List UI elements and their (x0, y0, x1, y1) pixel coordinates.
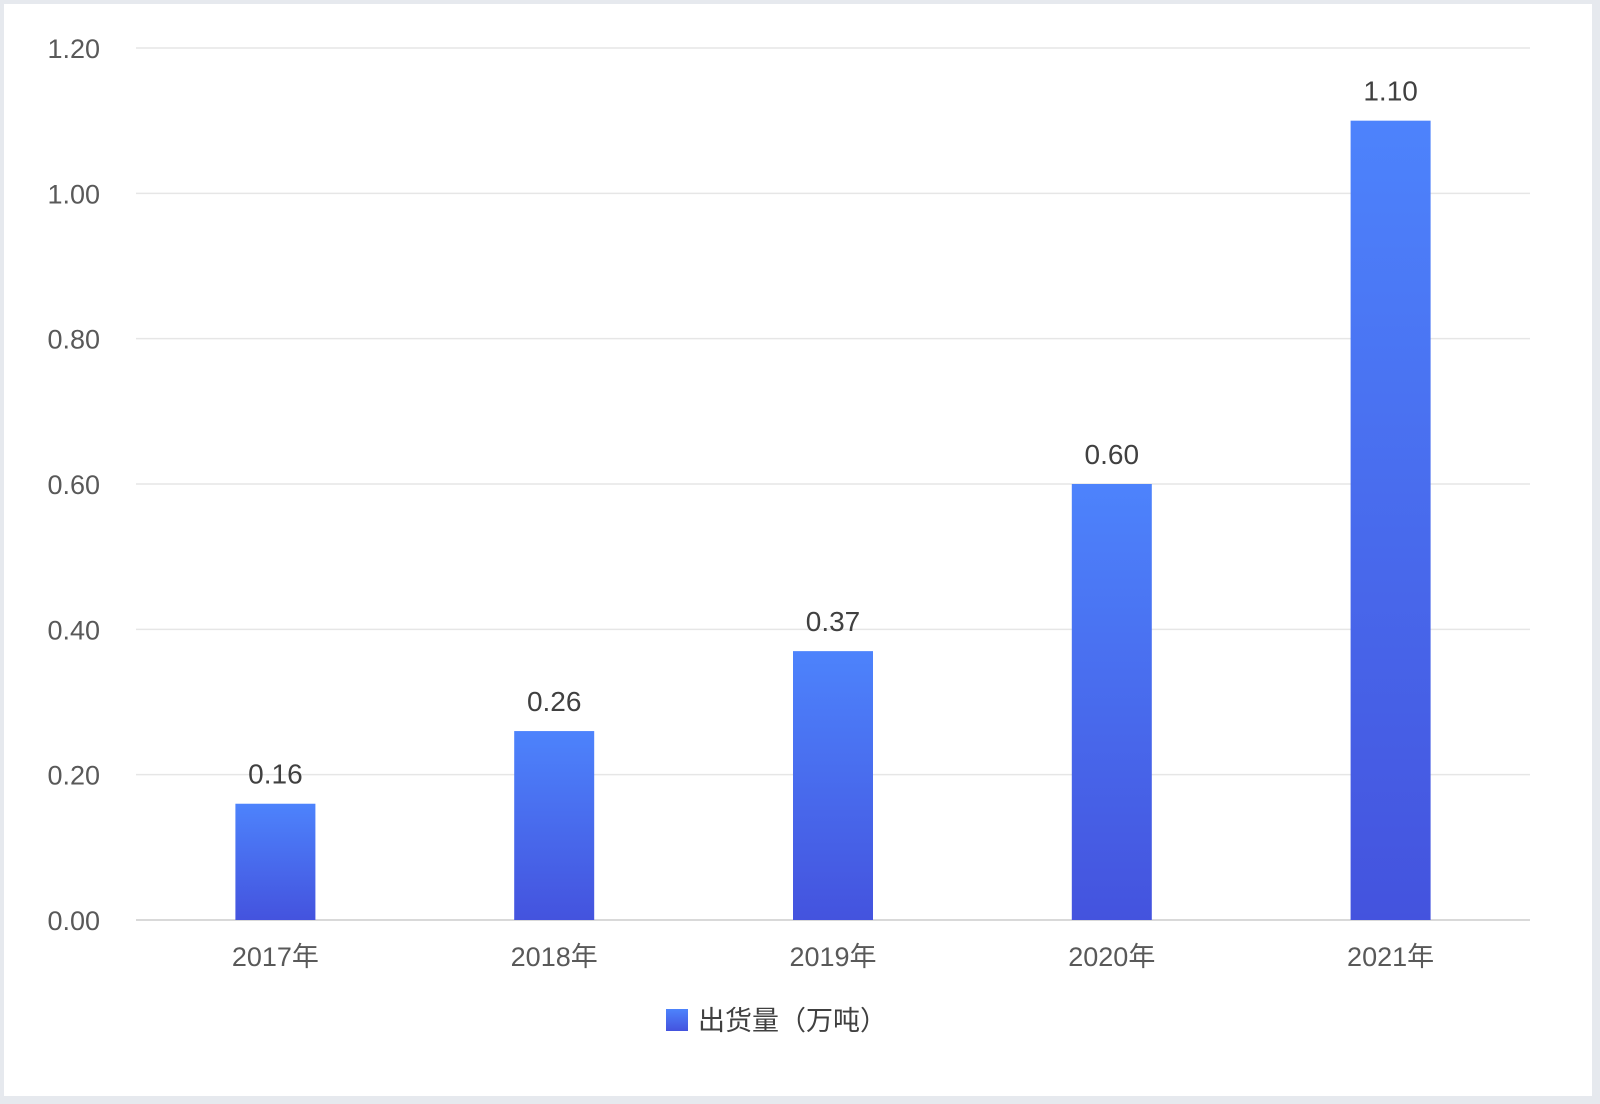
bars (235, 120, 1431, 920)
bar-chart: 0.00 0.20 0.40 0.60 0.80 1.00 1.20 0.16 0.26 0.3… (47, 34, 1530, 1037)
data-label: 0.16 (248, 759, 303, 790)
x-category-label: 2018年 (511, 942, 598, 972)
x-axis-categories: 2017年 2018年 2019年 2020年 2021年 (232, 942, 1434, 972)
x-category-label: 2019年 (789, 942, 876, 972)
y-tick-label: 0.60 (47, 470, 100, 500)
x-category-label: 2017年 (232, 942, 319, 972)
x-category-label: 2021年 (1347, 942, 1434, 972)
bar (1071, 484, 1152, 920)
y-tick-label: 0.80 (47, 325, 100, 355)
y-tick-label: 0.20 (47, 761, 100, 791)
x-category-label: 2020年 (1068, 942, 1155, 972)
data-label: 0.26 (527, 686, 582, 717)
legend: 出货量（万吨） (666, 1006, 887, 1037)
y-tick-label: 1.00 (47, 179, 100, 209)
y-tick-label: 0.00 (47, 906, 100, 936)
y-tick-label: 0.40 (47, 615, 100, 645)
data-label: 1.10 (1363, 76, 1418, 107)
chart-frame: 0.00 0.20 0.40 0.60 0.80 1.00 1.20 0.16 0.26 0.3… (4, 4, 1592, 1096)
legend-label: 出货量（万吨） (698, 1006, 887, 1037)
bar (793, 651, 873, 920)
bar (235, 803, 316, 920)
data-label: 0.37 (806, 606, 861, 637)
y-axis-ticks: 0.00 0.20 0.40 0.60 0.80 1.00 1.20 (47, 34, 100, 936)
bar (1350, 120, 1431, 920)
y-tick-label: 1.20 (47, 34, 100, 64)
data-label: 0.60 (1085, 439, 1140, 470)
legend-swatch (666, 1009, 688, 1031)
bar (514, 731, 595, 920)
